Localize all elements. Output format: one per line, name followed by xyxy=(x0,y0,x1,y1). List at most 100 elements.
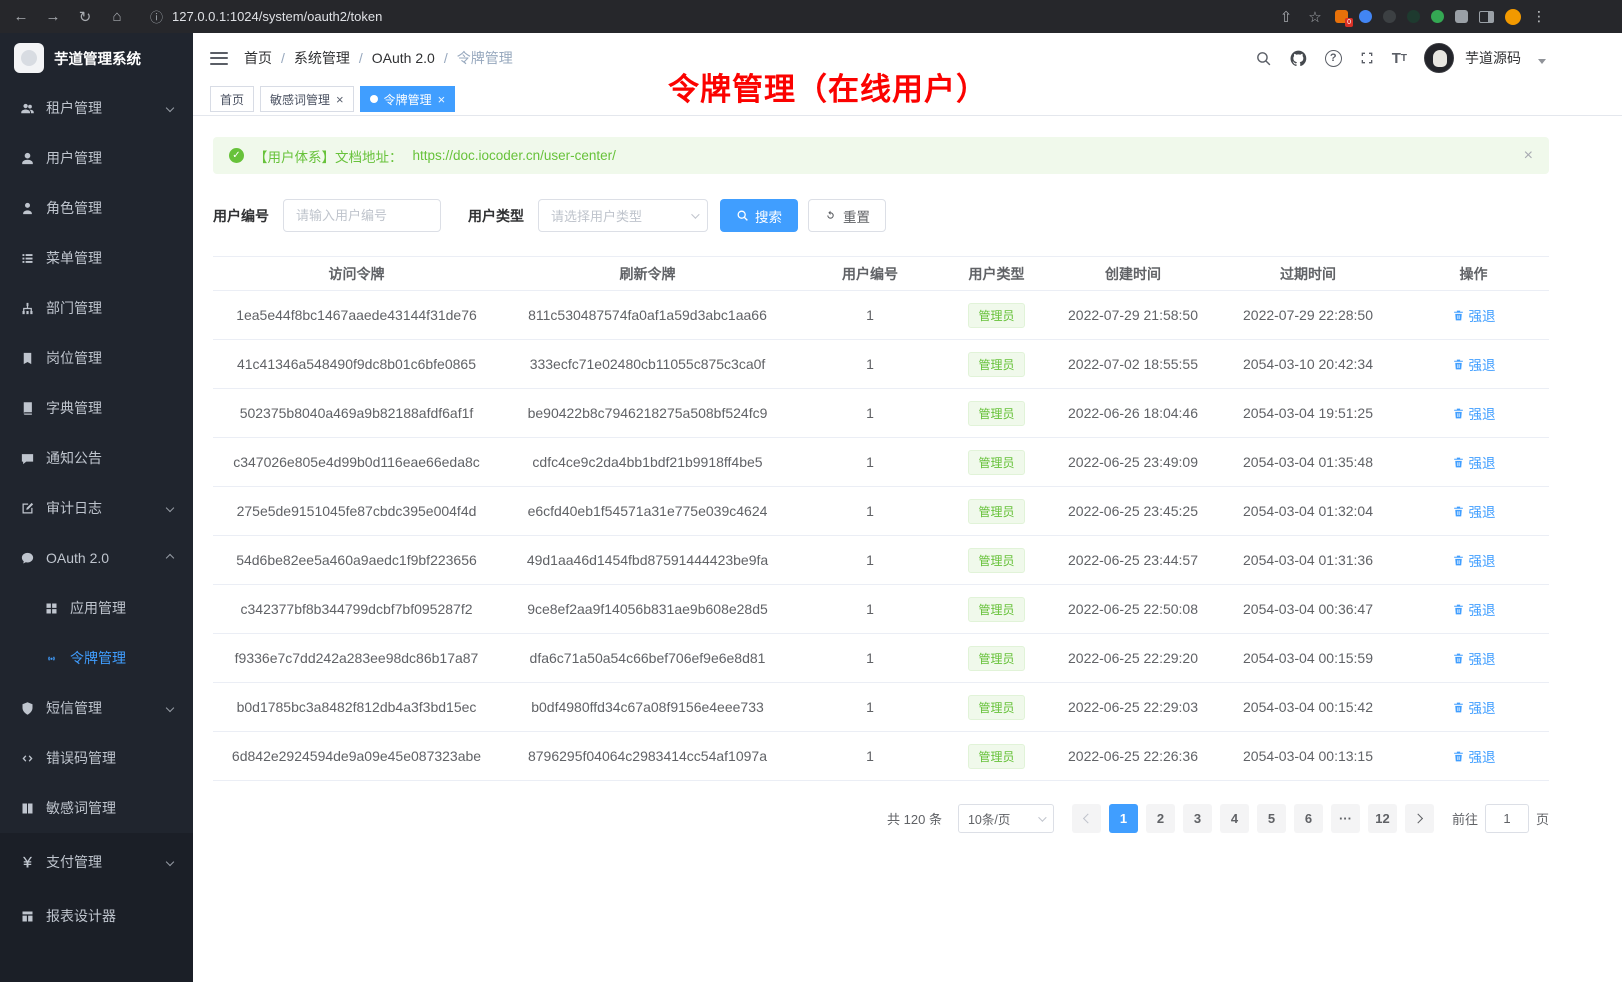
reset-button[interactable]: 重置 xyxy=(808,199,886,232)
prev-page-button[interactable] xyxy=(1072,804,1101,833)
tab-close-icon[interactable]: × xyxy=(438,93,446,106)
browser-menu-icon[interactable]: ⋮ xyxy=(1532,8,1546,25)
pay-icon xyxy=(20,855,35,870)
access-token-cell: 1ea5e44f8bc1467aaede43144f31de76 xyxy=(213,291,500,340)
side-panel-icon[interactable] xyxy=(1479,11,1494,23)
force-logout-button[interactable]: 强退 xyxy=(1452,697,1496,717)
page-button[interactable]: 3 xyxy=(1183,804,1212,833)
extensions-puzzle-icon[interactable] xyxy=(1455,10,1468,23)
user-name[interactable]: 芋道源码 xyxy=(1465,48,1521,68)
app-logo[interactable]: 芋道管理系统 xyxy=(0,33,193,83)
sidebar-item[interactable]: 支付管理 xyxy=(0,835,193,889)
sidebar-item[interactable]: 审计日志 xyxy=(0,483,193,533)
page-button[interactable]: 4 xyxy=(1220,804,1249,833)
page-button[interactable]: ··· xyxy=(1331,804,1360,833)
doc-link[interactable]: https://doc.iocoder.cn/user-center/ xyxy=(413,148,616,163)
force-logout-button[interactable]: 强退 xyxy=(1452,599,1496,619)
page-button[interactable]: 6 xyxy=(1294,804,1323,833)
sidebar-item[interactable]: 菜单管理 xyxy=(0,233,193,283)
sidebar-item[interactable]: OAuth 2.0 xyxy=(0,533,193,583)
sidebar-item[interactable]: 通知公告 xyxy=(0,433,193,483)
sidebar-item[interactable]: 敏感词管理 xyxy=(0,783,193,833)
user-type-select[interactable]: 请选择用户类型 xyxy=(538,199,708,232)
force-logout-button[interactable]: 强退 xyxy=(1452,550,1496,570)
alert-text: 【用户体系】文档地址： xyxy=(254,146,403,166)
sidebar-item[interactable]: 错误码管理 xyxy=(0,733,193,783)
force-logout-button[interactable]: 强退 xyxy=(1452,746,1496,766)
sidebar-item[interactable]: 报表设计器 xyxy=(0,889,193,943)
sidebar-item[interactable]: 短信管理 xyxy=(0,683,193,733)
trash-icon xyxy=(1452,603,1465,616)
tab-label: 首页 xyxy=(220,91,244,108)
page-button[interactable]: 12 xyxy=(1368,804,1397,833)
expire-time-cell: 2054-03-04 01:35:48 xyxy=(1218,438,1398,487)
sidebar-item[interactable]: 角色管理 xyxy=(0,183,193,233)
tab-close-icon[interactable]: × xyxy=(336,93,344,106)
extension-icon-green[interactable] xyxy=(1431,10,1444,23)
view-tab[interactable]: 敏感词管理 × xyxy=(260,86,354,112)
breadcrumb-item[interactable]: 首页 xyxy=(244,48,294,68)
refresh-token-cell: cdfc4ce9c2da4bb1bdf21b9918ff4be5 xyxy=(500,438,795,487)
force-logout-button[interactable]: 强退 xyxy=(1452,354,1496,374)
force-logout-button[interactable]: 强退 xyxy=(1452,403,1496,423)
search-icon[interactable] xyxy=(1255,50,1272,67)
page-button[interactable]: 2 xyxy=(1146,804,1175,833)
site-info-icon[interactable]: ⓘ xyxy=(150,7,163,26)
sidebar-collapse-icon[interactable] xyxy=(210,52,228,65)
page-button[interactable]: 1 xyxy=(1109,804,1138,833)
search-button[interactable]: 搜索 xyxy=(720,199,798,232)
user-id-cell: 1 xyxy=(795,340,945,389)
sidebar-item[interactable]: 部门管理 xyxy=(0,283,193,333)
extension-icon-orange[interactable]: 0 xyxy=(1335,10,1348,23)
sidebar-item[interactable]: 岗位管理 xyxy=(0,333,193,383)
back-icon[interactable]: ← xyxy=(12,8,30,25)
force-logout-button[interactable]: 强退 xyxy=(1452,305,1496,325)
sidebar-item[interactable]: 应用管理 xyxy=(0,583,193,633)
extension-icon-blue[interactable] xyxy=(1359,10,1372,23)
breadcrumb-item[interactable]: OAuth 2.0 xyxy=(372,50,457,66)
user-id-input[interactable] xyxy=(283,199,441,232)
extension-icon-darkgreen[interactable] xyxy=(1407,10,1420,23)
refresh-token-cell: b0df4980ffd34c67a08f9156e4eee733 xyxy=(500,683,795,732)
font-size-icon[interactable]: TT xyxy=(1392,50,1407,67)
help-icon[interactable]: ? xyxy=(1325,50,1342,67)
force-logout-button[interactable]: 强退 xyxy=(1452,648,1496,668)
sidebar-item-label: 字典管理 xyxy=(46,398,102,418)
breadcrumb-item[interactable]: 令牌管理 xyxy=(457,48,513,68)
forward-icon[interactable]: → xyxy=(44,8,62,25)
page-button[interactable]: 5 xyxy=(1257,804,1286,833)
force-logout-button[interactable]: 强退 xyxy=(1452,452,1496,472)
next-page-button[interactable] xyxy=(1405,804,1434,833)
sidebar-item[interactable]: 用户管理 xyxy=(0,133,193,183)
user-type-badge: 管理员 xyxy=(968,695,1024,720)
view-tab[interactable]: 令牌管理 × xyxy=(360,86,456,112)
extension-icon-dark[interactable] xyxy=(1383,10,1396,23)
view-tab[interactable]: 首页 × xyxy=(210,86,254,112)
breadcrumb: 首页系统管理OAuth 2.0令牌管理 xyxy=(244,48,513,68)
github-icon[interactable] xyxy=(1289,49,1308,68)
home-icon[interactable]: ⌂ xyxy=(108,8,126,25)
sidebar-item[interactable]: 令牌管理 xyxy=(0,633,193,683)
sidebar-item[interactable]: 租户管理 xyxy=(0,83,193,133)
fullscreen-icon[interactable] xyxy=(1359,50,1375,66)
reload-icon[interactable]: ↻ xyxy=(76,8,94,26)
alert-close-icon[interactable]: × xyxy=(1524,147,1533,165)
sidebar-item-label: 应用管理 xyxy=(70,598,126,618)
user-avatar[interactable] xyxy=(1424,43,1454,73)
tab-label: 敏感词管理 xyxy=(270,91,330,108)
create-time-cell: 2022-06-25 23:44:57 xyxy=(1048,536,1218,585)
breadcrumb-item[interactable]: 系统管理 xyxy=(294,48,372,68)
bookmark-star-icon[interactable]: ☆ xyxy=(1306,8,1324,26)
share-icon[interactable]: ⇧ xyxy=(1277,8,1295,26)
column-header: 创建时间 xyxy=(1048,257,1218,291)
sidebar-item[interactable]: 字典管理 xyxy=(0,383,193,433)
table-row: 54d6be82ee5a460a9aedc1f9bf223656 49d1aa4… xyxy=(213,536,1549,585)
user-menu-caret-icon[interactable] xyxy=(1538,59,1546,64)
goto-page-input[interactable] xyxy=(1485,804,1529,833)
profile-avatar[interactable] xyxy=(1505,9,1521,25)
page-size-select[interactable]: 10条/页 xyxy=(958,804,1054,833)
address-bar[interactable]: ⓘ 127.0.0.1:1024/system/oauth2/token xyxy=(150,7,1253,26)
force-logout-button[interactable]: 强退 xyxy=(1452,501,1496,521)
sidebar-item-label: 岗位管理 xyxy=(46,348,102,368)
expire-time-cell: 2054-03-04 01:31:36 xyxy=(1218,536,1398,585)
